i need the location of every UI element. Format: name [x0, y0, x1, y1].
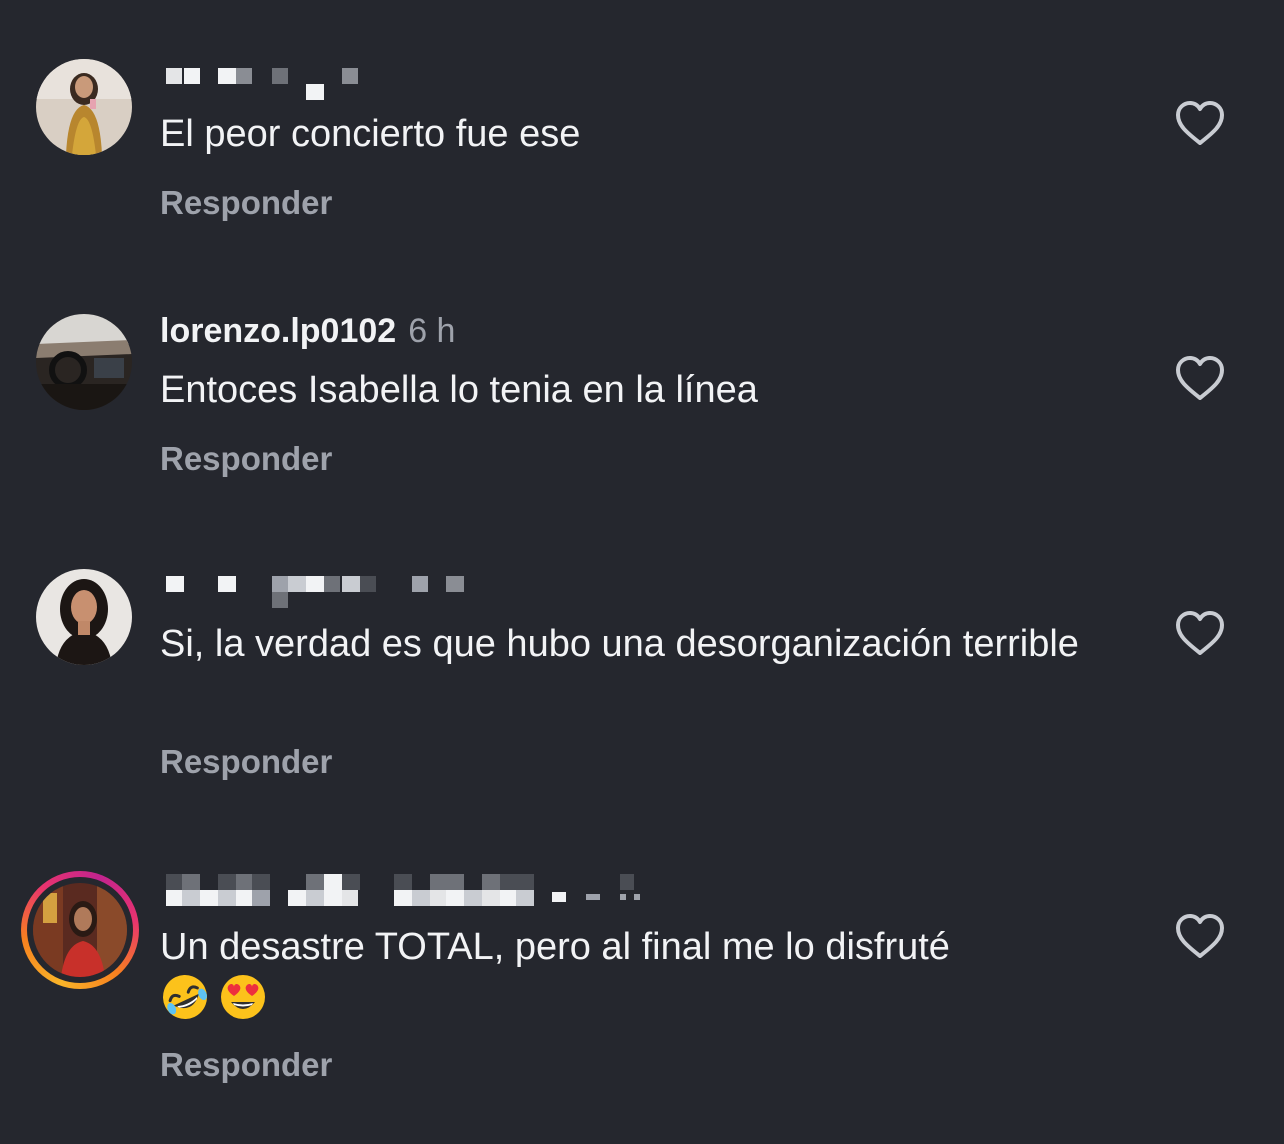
heart-icon[interactable] [1174, 99, 1226, 147]
comment-header: lorenzo.lp0102 6 h [160, 311, 455, 351]
comment-text: El peor concierto fue ese [160, 113, 581, 155]
avatar[interactable] [36, 314, 132, 410]
comment-text-body: Un desastre TOTAL, pero al final me lo d… [160, 926, 950, 968]
comment-text: Entoces Isabella lo tenia en la línea [160, 369, 758, 411]
username[interactable]: lorenzo.lp0102 [160, 312, 396, 351]
avatar[interactable] [36, 569, 132, 665]
comment-text: Si, la verdad es que hubo una desorganiz… [160, 623, 1079, 665]
heart-eyes-emoji [218, 972, 268, 1022]
heart-icon[interactable] [1174, 912, 1226, 960]
reply-button[interactable]: Responder [160, 1046, 332, 1084]
timestamp: 6 h [408, 311, 456, 350]
story-ring[interactable] [21, 871, 139, 989]
reply-button[interactable]: Responder [160, 440, 332, 478]
avatar[interactable] [36, 59, 132, 155]
rolling-on-floor-laughing-emoji [160, 972, 210, 1022]
reply-button[interactable]: Responder [160, 743, 332, 781]
reply-button[interactable]: Responder [160, 184, 332, 222]
heart-icon[interactable] [1174, 609, 1226, 657]
comment-text: Un desastre TOTAL, pero al final me lo d… [160, 923, 1120, 1022]
heart-icon[interactable] [1174, 354, 1226, 402]
avatar[interactable] [33, 883, 127, 977]
